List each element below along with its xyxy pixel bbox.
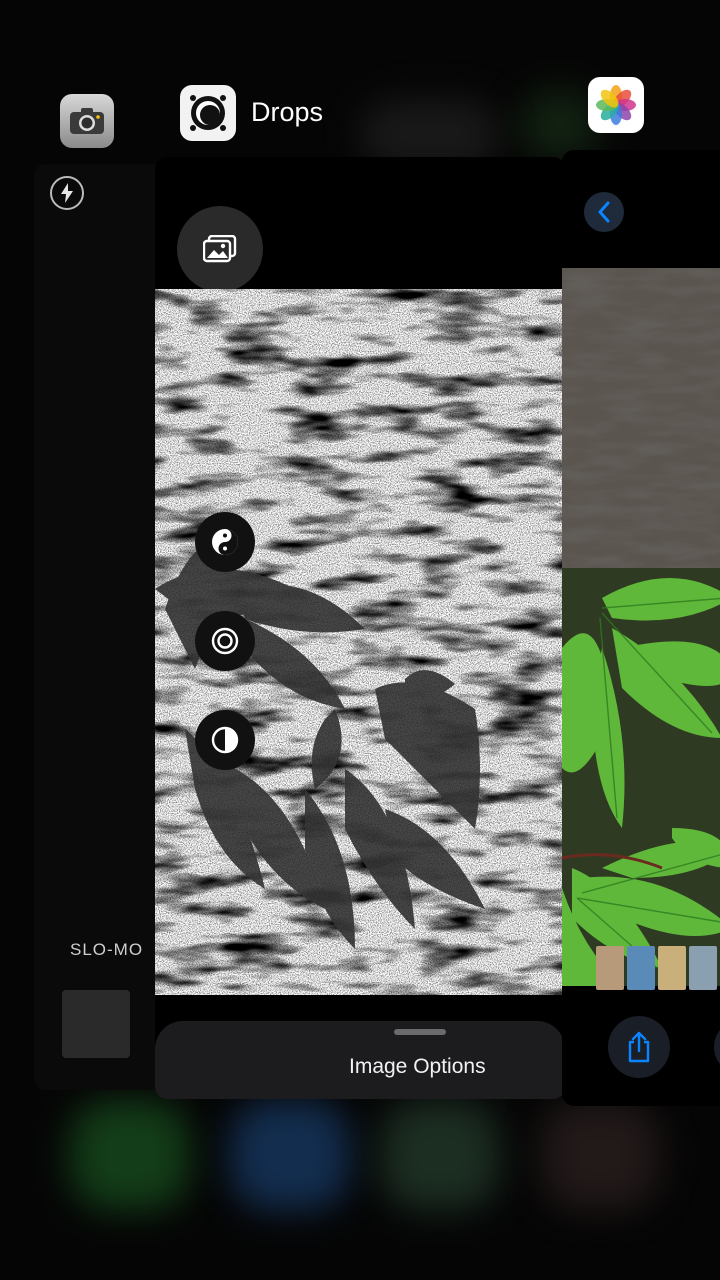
photos-toolbar-button[interactable] (714, 1020, 720, 1074)
dock-app-blur (70, 1100, 190, 1210)
sheet-grabber[interactable] (394, 1029, 446, 1035)
camera-glyph (70, 108, 104, 134)
target-icon[interactable] (195, 611, 255, 671)
share-icon[interactable] (608, 1016, 670, 1078)
last-photo-thumbnail[interactable] (62, 990, 130, 1058)
slo-mo-mode-label[interactable]: SLO-MO (70, 940, 143, 960)
photo-thumbnail[interactable] (658, 946, 686, 990)
share-glyph (628, 1031, 650, 1063)
flash-icon[interactable] (50, 176, 84, 210)
dock-app-blur (380, 1100, 500, 1210)
gallery-glyph (203, 235, 237, 263)
image-options-label[interactable]: Image Options (349, 1055, 486, 1079)
image-options-sheet[interactable]: Image Options (155, 1021, 565, 1099)
dock-app-blur (540, 1100, 660, 1210)
dock-app-blur (230, 1100, 350, 1210)
color-photo[interactable] (562, 268, 720, 986)
color-photo-art (562, 268, 720, 986)
photos-app-icon[interactable] (588, 77, 644, 133)
photo-thumbnail[interactable] (627, 946, 655, 990)
photo-thumbnail[interactable] (689, 946, 717, 990)
contrast-icon[interactable] (195, 710, 255, 770)
chevron-left-glyph (598, 201, 610, 223)
yin-yang-glyph (212, 529, 238, 555)
drops-glyph (190, 95, 226, 131)
target-glyph (211, 627, 239, 655)
photos-app-card[interactable] (562, 150, 720, 1106)
chevron-left-icon[interactable] (584, 192, 624, 232)
photos-flower-glyph (596, 85, 636, 125)
flash-glyph (61, 183, 73, 203)
camera-app-card[interactable]: SLO-MO (34, 164, 164, 1090)
contrast-glyph (211, 726, 239, 754)
camera-app-icon[interactable] (60, 94, 114, 148)
yin-yang-icon[interactable] (195, 512, 255, 572)
drops-app-title: Drops (251, 97, 324, 127)
drops-app-icon[interactable] (180, 85, 236, 141)
photo-thumbnail[interactable] (596, 946, 624, 990)
gallery-icon[interactable] (177, 206, 263, 292)
photo-thumbnail-strip[interactable] (562, 946, 720, 990)
drops-app-card[interactable]: Image Options (155, 157, 565, 1099)
